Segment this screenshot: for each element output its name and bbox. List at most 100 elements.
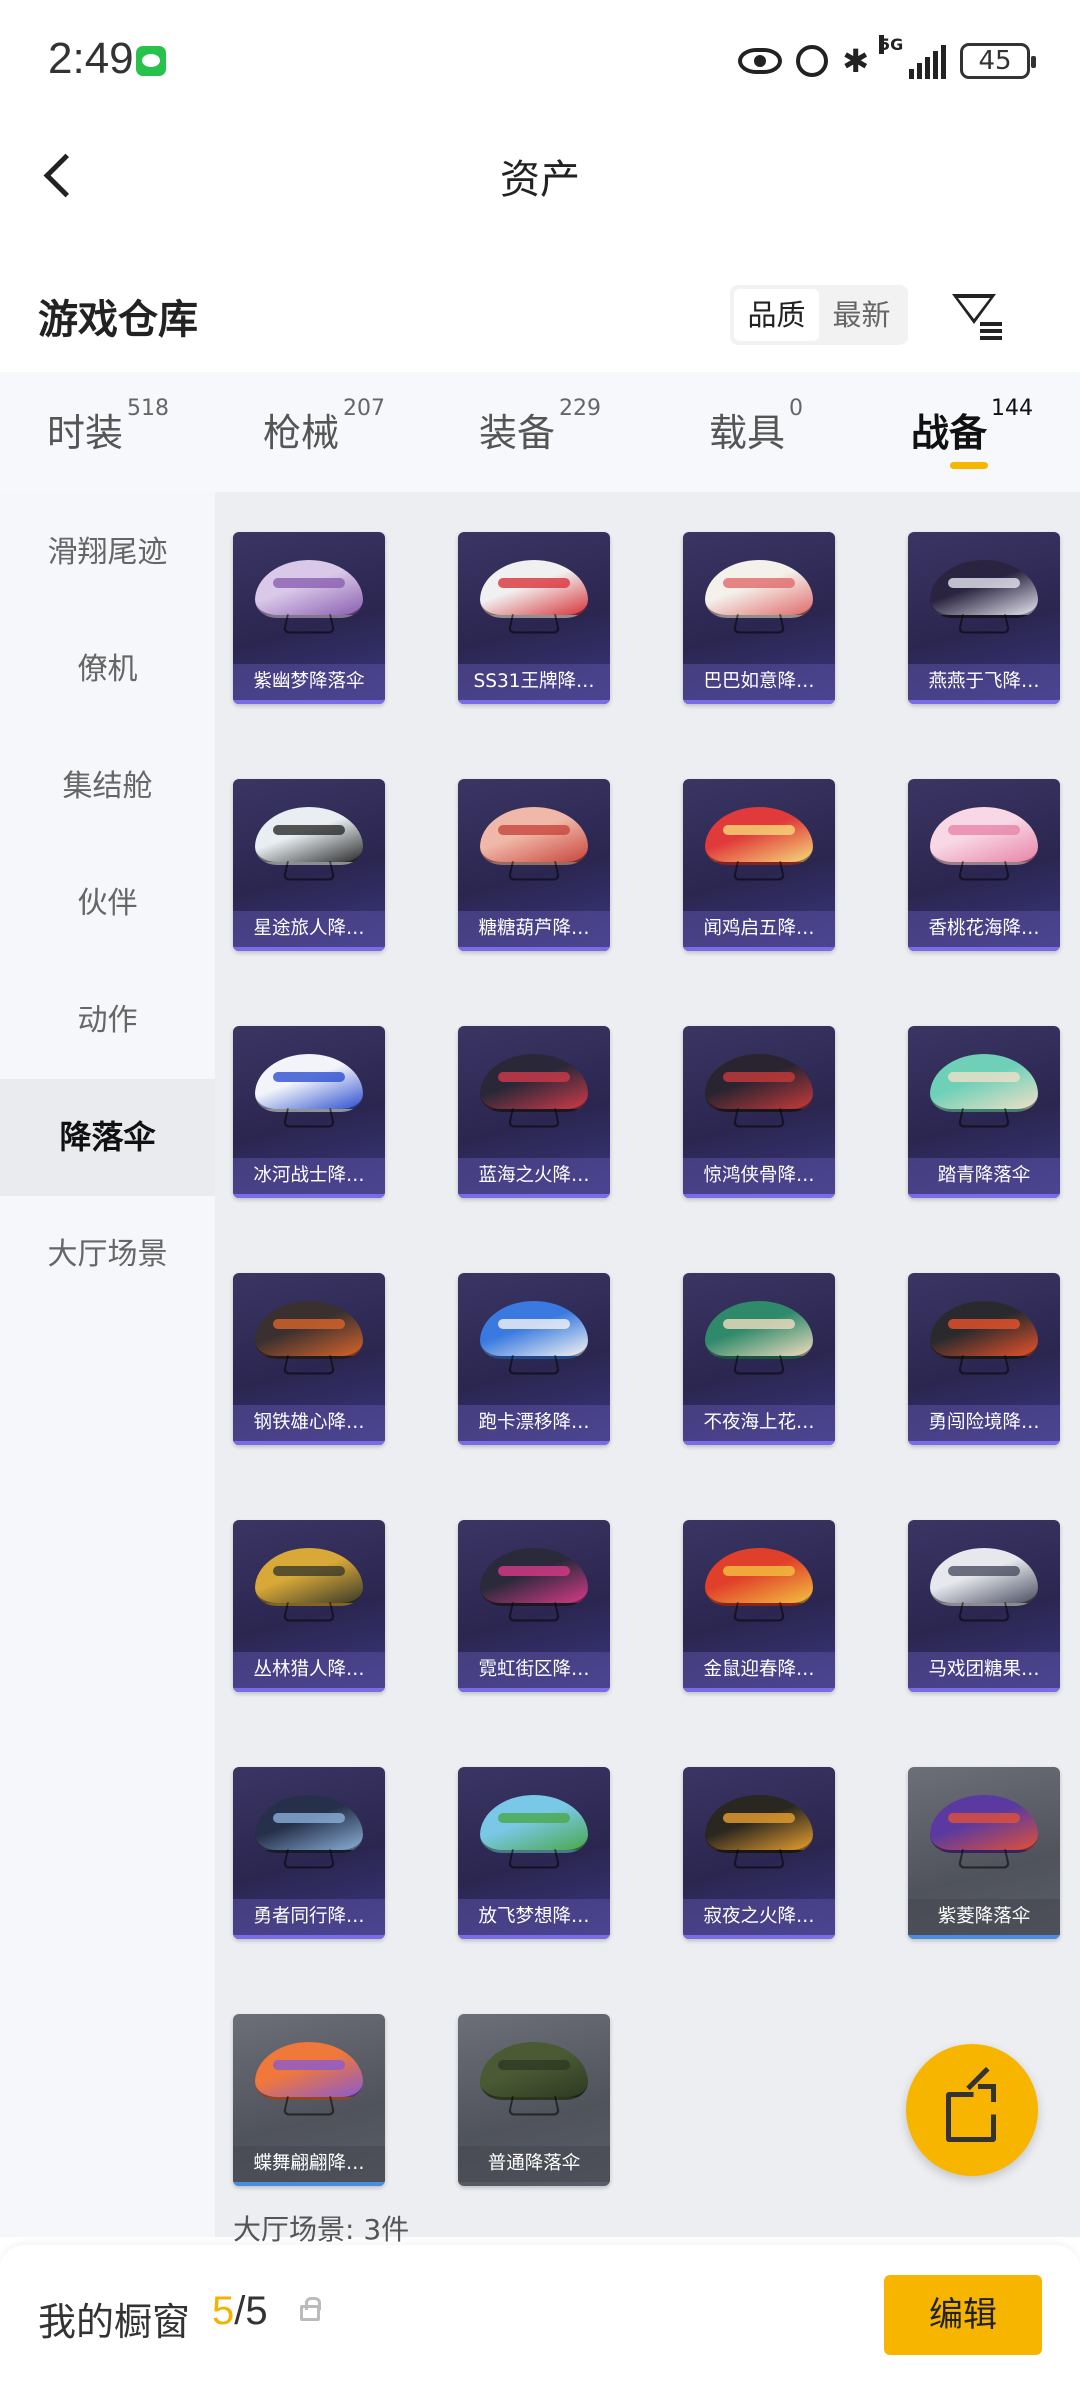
active-tab-indicator [950,462,988,469]
tab-firearms[interactable]: 枪械207 [216,372,432,492]
item-name: 金鼠迎春降… [683,1652,835,1688]
item-card[interactable]: 不夜海上花… [683,1273,835,1445]
item-name: 燕燕于飞降… [908,664,1060,700]
edit-button[interactable]: 编辑 [884,2275,1042,2355]
parachute-icon [255,2036,365,2126]
item-name: 巴巴如意降… [683,664,835,700]
item-grid-area: 紫幽梦降落伞 SS31王牌降… 巴巴如意降… 燕燕于飞降… 星途旅人降… 糖糖葫芦降… 闻鸡… [215,492,1080,2237]
item-name: 蓝海之火降… [458,1158,610,1194]
parachute-icon [705,1789,815,1879]
item-card[interactable]: 燕燕于飞降… [908,532,1060,704]
sidebar-item-wingman[interactable]: 僚机 [0,611,215,728]
parachute-icon [480,801,590,891]
parachute-icon [705,554,815,644]
item-card[interactable]: 勇者同行降… [233,1767,385,1939]
item-card[interactable]: 糖糖葫芦降… [458,779,610,951]
sidebar-item-emote[interactable]: 动作 [0,962,215,1079]
parachute-icon [255,1295,365,1385]
item-card[interactable]: 香桃花海降… [908,779,1060,951]
item-card[interactable]: 普通降落伞 [458,2014,610,2186]
item-card[interactable]: 蝶舞翩翩降… [233,2014,385,2186]
tab-equipment[interactable]: 装备229 [432,372,648,492]
sidebar-item-companion[interactable]: 伙伴 [0,845,215,962]
item-name: 蝶舞翩翩降… [233,2146,385,2182]
tab-count: 229 [559,396,601,421]
sort-toggle: 品质 最新 [730,285,908,345]
showcase-total: /5 [234,2289,268,2333]
tab-fashion[interactable]: 时装518 [0,372,216,492]
item-card[interactable]: 寂夜之火降… [683,1767,835,1939]
tab-vehicles[interactable]: 载具0 [648,372,864,492]
parachute-icon [930,1542,1040,1632]
sidebar-item-lobby-scene[interactable]: 大厅场景 [0,1196,215,1313]
item-card[interactable]: 勇闯险境降… [908,1273,1060,1445]
filter-icon[interactable] [950,290,1006,344]
lock-icon [300,2297,321,2321]
item-name: 闻鸡启五降… [683,911,835,947]
item-name: 星途旅人降… [233,911,385,947]
sidebar-item-parachute[interactable]: 降落伞 [0,1079,215,1196]
item-card[interactable]: 冰河战士降… [233,1026,385,1198]
item-card[interactable]: 放飞梦想降… [458,1767,610,1939]
eye-icon [738,48,783,74]
item-name: 惊鸿侠骨降… [683,1158,835,1194]
item-card[interactable]: 紫菱降落伞 [908,1767,1060,1939]
item-card[interactable]: 巴巴如意降… [683,532,835,704]
category-tabs: 时装518 枪械207 装备229 载具0 战备144 [0,372,1080,492]
sort-quality-button[interactable]: 品质 [734,289,819,341]
item-name: 冰河战士降… [233,1158,385,1194]
signal-icon: 5G [879,35,946,79]
parachute-icon [930,554,1040,644]
item-card[interactable]: 金鼠迎春降… [683,1520,835,1692]
sidebar-item-pod[interactable]: 集结舱 [0,728,215,845]
parachute-icon [480,1789,590,1879]
sort-newest-button[interactable]: 最新 [819,289,904,341]
item-name: 跑卡漂移降… [458,1405,610,1441]
item-name: 放飞梦想降… [458,1899,610,1935]
item-name: 丛林猎人降… [233,1652,385,1688]
item-name: 糖糖葫芦降… [458,911,610,947]
tab-label: 装备 [478,411,555,455]
item-card[interactable]: 蓝海之火降… [458,1026,610,1198]
item-name: 钢铁雄心降… [233,1405,385,1441]
item-card[interactable]: 丛林猎人降… [233,1520,385,1692]
item-card[interactable]: 紫幽梦降落伞 [233,532,385,704]
item-card[interactable]: 闻鸡启五降… [683,779,835,951]
item-card[interactable]: 马戏团糖果… [908,1520,1060,1692]
parachute-icon [705,801,815,891]
parachute-icon [705,1295,815,1385]
parachute-icon [255,801,365,891]
item-name: 勇者同行降… [233,1899,385,1935]
tab-combat-gear[interactable]: 战备144 [864,372,1080,492]
showcase-current: 5 [212,2289,235,2333]
parachute-icon [480,1542,590,1632]
bluetooth-icon: ✱ [842,42,869,80]
parachute-icon [930,801,1040,891]
item-name: 普通降落伞 [458,2146,610,2182]
sidebar-item-glide-trail[interactable]: 滑翔尾迹 [0,494,215,611]
item-name: SS31王牌降… [458,664,610,700]
share-button[interactable] [906,2044,1038,2176]
item-card[interactable]: SS31王牌降… [458,532,610,704]
item-card[interactable]: 星途旅人降… [233,779,385,951]
status-bar: 2:49 ✱ 5G 45 [0,0,1080,125]
parachute-icon [480,1048,590,1138]
item-card[interactable]: 霓虹街区降… [458,1520,610,1692]
parachute-icon [480,1295,590,1385]
item-name: 紫菱降落伞 [908,1899,1060,1935]
item-card[interactable]: 钢铁雄心降… [233,1273,385,1445]
warehouse-bar: 游戏仓库 品质 最新 [0,265,1080,365]
parachute-icon [255,1048,365,1138]
tab-count: 0 [789,396,803,421]
item-card[interactable]: 跑卡漂移降… [458,1273,610,1445]
item-card[interactable]: 踏青降落伞 [908,1026,1060,1198]
alarm-icon [796,45,829,77]
parachute-icon [255,1542,365,1632]
item-name: 不夜海上花… [683,1405,835,1441]
status-time: 2:49 [48,34,134,83]
sidebar: 滑翔尾迹 僚机 集结舱 伙伴 动作 降落伞 大厅场景 [0,492,215,2237]
item-name: 踏青降落伞 [908,1158,1060,1194]
wechat-icon [136,46,166,76]
item-card[interactable]: 惊鸿侠骨降… [683,1026,835,1198]
item-name: 香桃花海降… [908,911,1060,947]
